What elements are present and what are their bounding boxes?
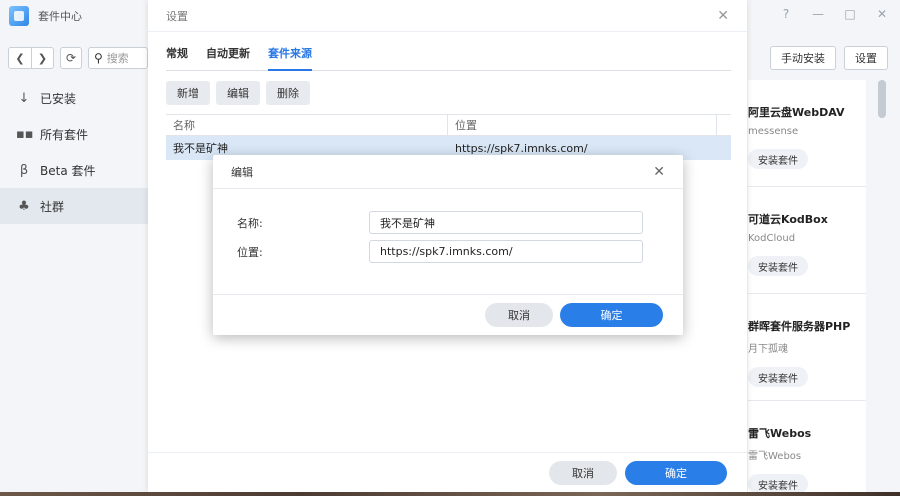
grid-icon: ▪▪ (16, 126, 34, 142)
close-icon[interactable]: ✕ (717, 8, 729, 24)
install-package-button[interactable]: 安装套件 (748, 256, 808, 276)
community-icon: ♣ (18, 198, 30, 214)
package-author: messense (748, 126, 799, 137)
package-title: 雷飞Webos (748, 427, 812, 440)
beta-icon: β (19, 162, 29, 178)
sidebar-item-beta[interactable]: β Beta 套件 (0, 152, 148, 188)
name-field[interactable] (369, 211, 643, 234)
table-header: 名称 位置 (166, 114, 731, 136)
help-icon[interactable]: ? (780, 7, 792, 21)
package-title: 可道云KodBox (748, 213, 828, 226)
package-card[interactable]: 雷飞Webos 雷飞Webos 安装套件 (748, 401, 866, 492)
sidebar-item-label: 所有套件 (40, 127, 89, 142)
maximize-icon[interactable]: □ (844, 7, 856, 21)
sidebar-item-all-packages[interactable]: ▪▪ 所有套件 (0, 116, 148, 152)
settings-button[interactable]: 设置 (844, 46, 888, 70)
tab-general[interactable]: 常规 (166, 45, 188, 71)
divider (213, 294, 683, 295)
sidebar-item-label: 社群 (40, 199, 65, 214)
edit-dialog: 编辑 ✕ 名称: 位置: 取消 确定 (213, 155, 683, 335)
edit-ok-button[interactable]: 确定 (560, 303, 663, 327)
location-field-row: 位置: (237, 240, 643, 263)
settings-footer: 取消 确定 (148, 452, 747, 492)
package-author: KodCloud (748, 233, 796, 244)
package-author: 雷飞Webos (748, 451, 802, 462)
package-center-logo-icon (9, 6, 29, 26)
close-icon[interactable]: ✕ (876, 7, 888, 21)
app-title: 套件中心 (38, 10, 82, 23)
source-actions: 新增 编辑 删除 (166, 81, 310, 105)
sidebar: ↓ 已安装 ▪▪ 所有套件 β Beta 套件 ♣ 社群 (0, 80, 148, 224)
settings-header: 设置 ✕ (148, 0, 747, 32)
package-card[interactable]: 可道云KodBox KodCloud 安装套件 (748, 187, 866, 294)
location-label: 位置: (237, 245, 263, 259)
settings-tabs: 常规 自动更新 套件来源 (166, 45, 731, 71)
install-package-button[interactable]: 安装套件 (748, 474, 808, 492)
package-source-table: 名称 位置 我不是矿神 https://spk7.imnks.com/ (166, 114, 731, 160)
location-field[interactable] (369, 240, 643, 263)
search-input[interactable]: ⚲ 搜索 (88, 47, 148, 69)
column-header-spacer (716, 115, 731, 135)
close-icon[interactable]: ✕ (653, 164, 665, 180)
edit-cancel-button[interactable]: 取消 (485, 303, 553, 327)
settings-ok-button[interactable]: 确定 (625, 461, 727, 485)
app-toolbar: ❮ ❯ ⟳ ⚲ 搜索 (8, 47, 148, 69)
tab-auto-update[interactable]: 自动更新 (206, 45, 250, 71)
settings-title: 设置 (166, 9, 188, 23)
desktop-background (0, 492, 900, 496)
top-right-buttons: 手动安装 设置 (770, 46, 888, 70)
install-package-button[interactable]: 安装套件 (748, 149, 808, 169)
search-placeholder: 搜索 (106, 52, 129, 65)
window-controls: ? — □ ✕ (780, 7, 888, 21)
package-list: 阿里云盘WebDAV messense 安装套件 可道云KodBox KodCl… (748, 80, 866, 492)
edit-dialog-title: 编辑 (231, 165, 253, 179)
search-icon: ⚲ (94, 51, 103, 65)
chevron-left-icon[interactable]: ❮ (9, 48, 31, 68)
column-header-location[interactable]: 位置 (448, 115, 716, 135)
column-header-name[interactable]: 名称 (166, 115, 448, 135)
edit-button[interactable]: 编辑 (216, 81, 260, 105)
tab-package-sources[interactable]: 套件来源 (268, 45, 312, 71)
sidebar-item-label: Beta 套件 (40, 163, 96, 178)
package-author: 月下孤魂 (748, 344, 788, 355)
add-button[interactable]: 新增 (166, 81, 210, 105)
edit-dialog-header: 编辑 ✕ (213, 155, 683, 189)
package-card[interactable]: 阿里云盘WebDAV messense 安装套件 (748, 80, 866, 187)
settings-cancel-button[interactable]: 取消 (549, 461, 617, 485)
package-card[interactable]: 群晖套件服务器PHP 月下孤魂 安装套件 (748, 294, 866, 401)
name-field-row: 名称: (237, 211, 643, 234)
refresh-icon[interactable]: ⟳ (60, 47, 82, 69)
scrollbar[interactable] (878, 80, 886, 118)
sidebar-item-label: 已安装 (40, 91, 77, 106)
download-icon: ↓ (18, 90, 30, 106)
manual-install-button[interactable]: 手动安装 (770, 46, 836, 70)
name-label: 名称: (237, 216, 263, 230)
install-package-button[interactable]: 安装套件 (748, 367, 808, 387)
delete-button[interactable]: 删除 (266, 81, 310, 105)
package-title: 阿里云盘WebDAV (748, 106, 845, 119)
sidebar-item-community[interactable]: ♣ 社群 (0, 188, 148, 224)
package-title: 群晖套件服务器PHP (748, 320, 851, 333)
sidebar-item-installed[interactable]: ↓ 已安装 (0, 80, 148, 116)
minimize-icon[interactable]: — (812, 7, 824, 21)
chevron-right-icon[interactable]: ❯ (31, 48, 53, 68)
nav-buttons: ❮ ❯ (8, 47, 54, 69)
